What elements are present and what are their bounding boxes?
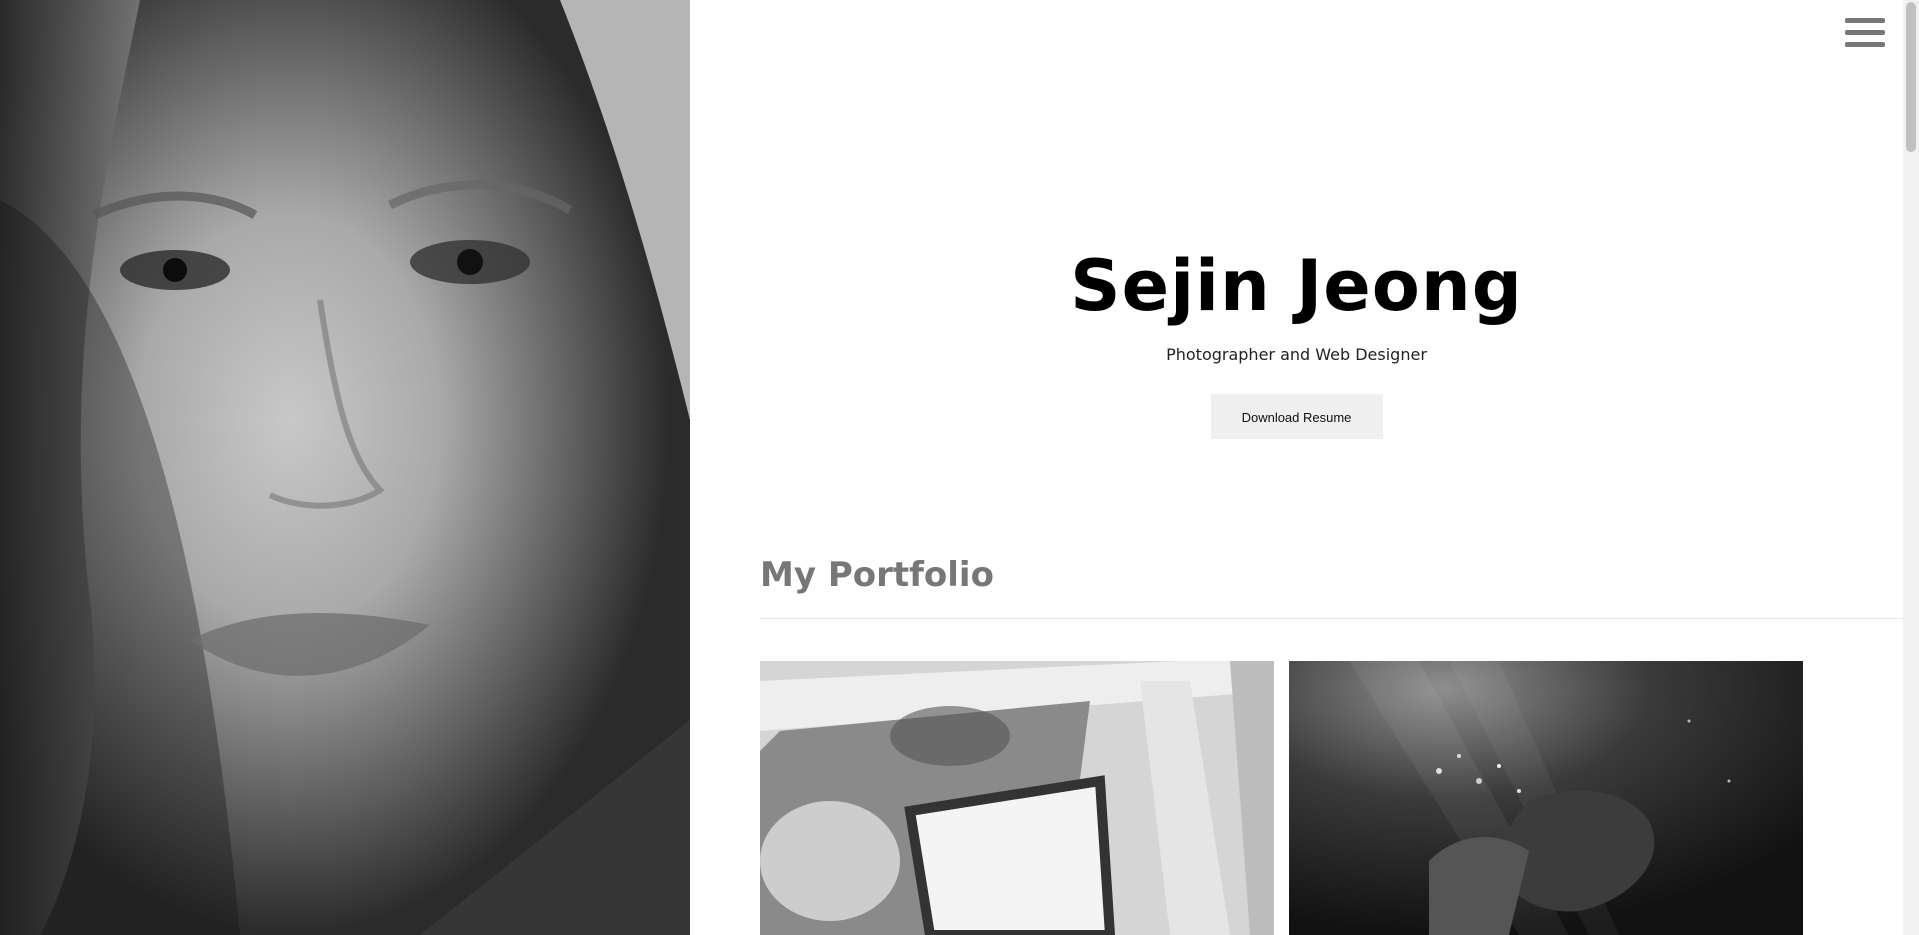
wedding-car-photo [760, 661, 1274, 935]
page: Sejin Jeong Photographer and Web Designe… [0, 0, 1919, 935]
divider [760, 618, 1903, 619]
download-resume-button[interactable]: Download Resume [1210, 394, 1383, 439]
menu-bar [1845, 30, 1885, 35]
menu-bar [1845, 18, 1885, 23]
main-content: Sejin Jeong Photographer and Web Designe… [690, 0, 1903, 935]
page-title: Sejin Jeong [1070, 245, 1523, 327]
scrollbar-thumb[interactable] [1906, 2, 1916, 152]
profile-portrait-image [0, 0, 690, 935]
scrollbar[interactable] [1903, 0, 1919, 935]
hamburger-menu-icon[interactable] [1845, 18, 1885, 56]
portfolio-item-underwater[interactable] [1289, 661, 1803, 935]
hero-section: Sejin Jeong Photographer and Web Designe… [690, 245, 1903, 439]
portfolio-heading: My Portfolio [760, 555, 994, 595]
page-subtitle: Photographer and Web Designer [1166, 345, 1427, 364]
menu-bar [1845, 42, 1885, 47]
underwater-photo [1289, 661, 1803, 935]
portfolio-item-wedding-car[interactable] [760, 661, 1274, 935]
